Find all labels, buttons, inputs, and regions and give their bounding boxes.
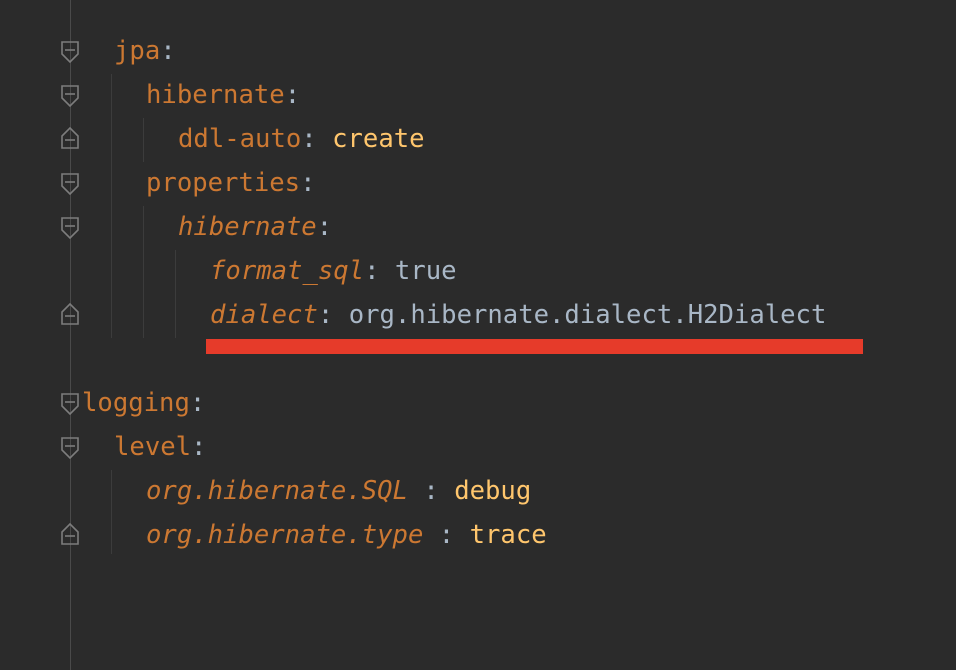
- yaml-separator: :: [189, 388, 206, 418]
- fold-open-icon[interactable]: [61, 41, 79, 63]
- yaml-separator: :: [316, 212, 333, 242]
- yaml-key: org.hibernate.type: [146, 520, 424, 550]
- indent-guide: [143, 118, 144, 162]
- yaml-key: format_sql: [210, 256, 365, 286]
- indent-guide: [143, 206, 144, 338]
- indent-guide: [111, 74, 112, 338]
- yaml-separator: :: [300, 168, 316, 198]
- yaml-separator: :: [407, 476, 455, 506]
- yaml-key: level: [114, 432, 192, 462]
- yaml-line[interactable]: hibernate:: [146, 73, 300, 117]
- yaml-separator: :: [301, 124, 333, 154]
- yaml-separator: :: [191, 432, 207, 462]
- yaml-line[interactable]: org.hibernate.SQL : debug: [146, 469, 531, 513]
- yaml-separator: :: [317, 300, 349, 330]
- fold-close-icon[interactable]: [61, 127, 79, 149]
- yaml-line[interactable]: logging:: [82, 381, 205, 425]
- yaml-key: jpa: [114, 36, 161, 66]
- yaml-value: debug: [454, 476, 532, 506]
- yaml-key: properties: [146, 168, 301, 198]
- yaml-separator: :: [423, 520, 470, 550]
- indent-guide: [111, 470, 112, 554]
- indent-guide: [175, 250, 176, 338]
- fold-close-icon[interactable]: [61, 523, 79, 545]
- yaml-line[interactable]: dialect: org.hibernate.dialect.H2Dialect: [210, 293, 826, 337]
- highlight-underline: [206, 339, 863, 354]
- yaml-separator: :: [284, 80, 301, 110]
- yaml-key: hibernate: [146, 80, 285, 110]
- yaml-key: org.hibernate.SQL: [146, 476, 408, 506]
- yaml-value: org.hibernate.dialect.H2Dialect: [348, 300, 827, 330]
- fold-close-icon[interactable]: [61, 303, 79, 325]
- yaml-line[interactable]: properties:: [146, 161, 316, 205]
- yaml-value: true: [394, 256, 457, 286]
- fold-open-icon[interactable]: [61, 85, 79, 107]
- yaml-line[interactable]: ddl-auto: create: [178, 117, 425, 161]
- yaml-key: dialect: [210, 300, 318, 330]
- yaml-separator: :: [364, 256, 395, 286]
- fold-open-icon[interactable]: [61, 393, 79, 415]
- yaml-key: hibernate: [178, 212, 317, 242]
- yaml-line[interactable]: level:: [114, 425, 206, 469]
- yaml-key: logging: [82, 388, 190, 418]
- fold-open-icon[interactable]: [61, 173, 79, 195]
- yaml-value: trace: [469, 520, 547, 550]
- yaml-line[interactable]: format_sql: true: [210, 249, 457, 293]
- code-editor[interactable]: jpa: hibernate: ddl-auto: create propert…: [0, 0, 956, 670]
- yaml-line[interactable]: hibernate:: [178, 205, 332, 249]
- fold-open-icon[interactable]: [61, 437, 79, 459]
- yaml-line[interactable]: jpa:: [114, 29, 176, 73]
- yaml-key: ddl-auto: [178, 124, 302, 154]
- fold-open-icon[interactable]: [61, 217, 79, 239]
- yaml-value: create: [332, 124, 425, 154]
- yaml-line[interactable]: org.hibernate.type : trace: [146, 513, 547, 557]
- yaml-separator: :: [160, 36, 176, 66]
